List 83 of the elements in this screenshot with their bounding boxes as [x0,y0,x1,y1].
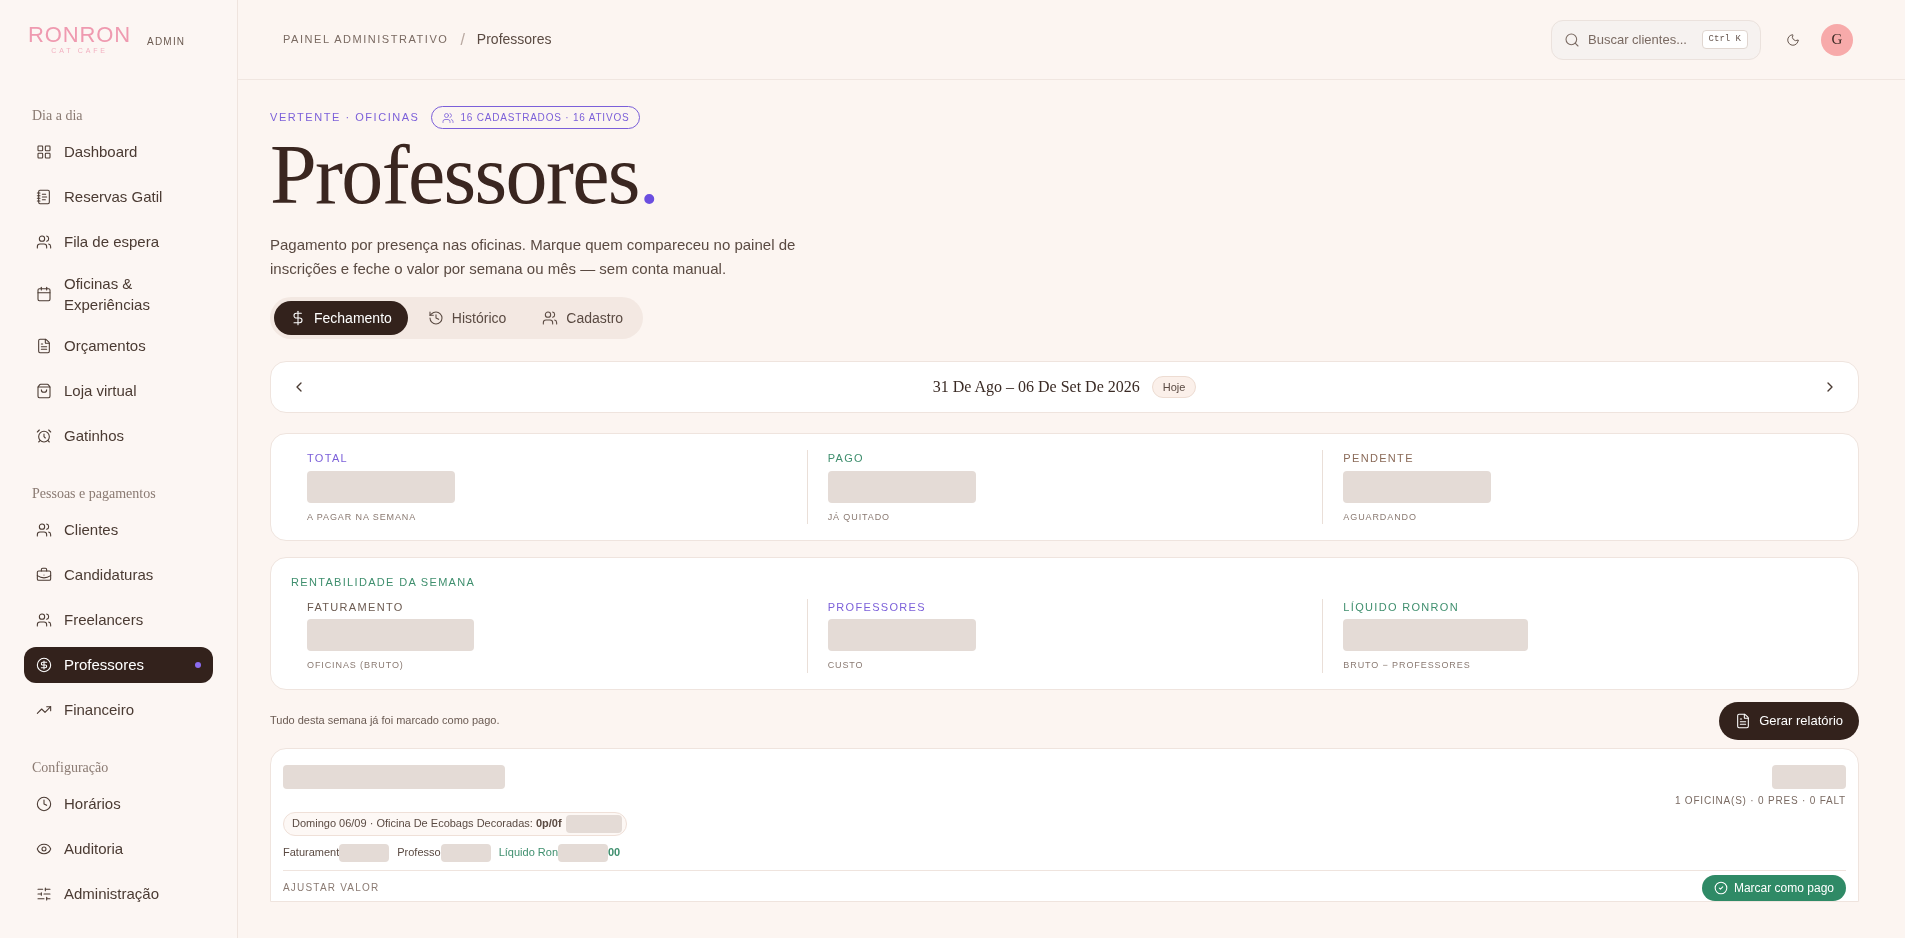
sidebar-item[interactable]: Dashboard [24,133,213,170]
sliders-icon [36,885,52,902]
sidebar-item[interactable]: Orçamentos [24,327,213,364]
sidebar-item[interactable]: Reservas Gatil [24,178,213,215]
mark-paid-button[interactable]: Marcar como pago [1701,874,1846,901]
notebook-icon [36,188,52,205]
shortcut-key: Ctrl K [1701,29,1748,50]
sidebar-item[interactable]: Loja virtual [24,372,213,409]
page-title: Professores. [270,133,659,217]
sidebar-item[interactable]: Horários [24,785,213,822]
moon-icon [1786,32,1800,47]
stat-label: PAGO [827,451,865,466]
people-icon [442,111,455,124]
dollar-icon [290,310,306,326]
people-icon [36,521,52,538]
figure-label: Faturament [283,845,340,861]
search-input[interactable]: Buscar clientes... [1588,29,1688,50]
stat-label: LÍQUIDO RONRON [1343,599,1460,615]
section-title: Pessoas e pagamentos [31,484,157,503]
stat-label: TOTAL [307,451,350,466]
section-title: Configuração [31,758,110,777]
attendance-summary: 1 OFICINA(S) · 0 PRES · 0 FALT [1674,793,1846,808]
alarm-clock-icon [36,427,52,444]
document-icon [36,337,52,354]
search-field[interactable]: Buscar clientes... Ctrl K [1551,19,1761,60]
check-circle-icon [1713,880,1728,895]
stat-caption: CUSTO [827,659,865,672]
tab[interactable]: Fechamento [274,301,408,335]
week-range: 31 De Ago – 06 De Set De 2026 [932,377,1140,398]
search-icon [1564,31,1580,48]
tab[interactable]: Histórico [411,301,523,335]
stat-label: PROFESSORES [827,599,927,615]
sidebar-item[interactable]: Fila de espera [24,223,213,260]
people-icon [542,310,559,326]
stat-label: PENDENTE [1343,451,1415,466]
brand-logo: RONRON [28,24,132,46]
eyebrow-label: VERTENTE · OFICINAS [270,110,420,126]
briefcase-icon [36,566,52,583]
adjust-value-label: AJUSTAR VALOR [283,881,380,895]
today-button[interactable]: Hoje [1151,375,1197,399]
sidebar-item[interactable]: Candidaturas [24,556,213,593]
status-note: Tudo desta semana já foi marcado como pago. [270,713,500,729]
clock-icon [36,795,52,812]
section-title: Dia a dia [31,106,84,125]
redaction-block [440,843,491,862]
user-avatar[interactable]: G [1821,23,1853,56]
brand-tag: ADMIN [147,33,186,49]
document-icon [1735,712,1752,729]
sidebar-item[interactable]: Gatinhos [24,417,213,454]
report-button[interactable]: Gerar relatório [1719,701,1859,740]
dollar-circle-icon [36,656,52,673]
history-icon [427,310,444,326]
sidebar-item[interactable]: Professores [24,646,213,683]
stat-label: FATURAMENTO [307,599,405,615]
breadcrumb-separator: / [460,29,465,50]
stat-caption: BRUTO − PROFESSORES [1343,659,1472,672]
sidebar-item[interactable]: Administração [24,875,213,912]
stat-caption: A PAGAR NA SEMANA [307,510,418,524]
grid-icon [36,143,52,160]
page-description: Pagamento por presença nas oficinas. Marque quem compareceu no painel de inscrições e feche o valor por semana ou mês — sem conta manual. [270,235,797,279]
figure-label: Professo [397,845,441,861]
card-title: RENTABILIDADE DA SEMANA [291,575,477,590]
breadcrumb-item[interactable]: PAINEL ADMINISTRATIVO [283,31,449,48]
people-icon [36,611,52,628]
tab[interactable]: Cadastro [526,301,640,335]
redaction-block [558,843,608,862]
session-pill: Domingo 06/09 · Oficina De Ecobags Decoradas: 0p/0f [283,811,627,836]
stat-caption: OFICINAS (BRUTO) [307,659,405,672]
stat-caption: AGUARDANDO [1343,510,1418,524]
calendar-icon [36,285,52,302]
sidebar-item[interactable]: Freelancers [24,601,213,638]
figure-label: Líquido Ron [498,845,558,861]
sidebar-item[interactable]: Oficinas & Experiências [24,268,213,319]
redaction-block [339,843,390,862]
stat-caption: JÁ QUITADO [827,510,891,524]
bag-icon [36,382,52,399]
breadcrumb-current: Professores [476,30,552,49]
sidebar-item[interactable]: Auditoria [24,830,213,867]
redaction-block [565,814,622,833]
people-icon [36,233,52,250]
sidebar-item[interactable]: Financeiro [24,691,213,728]
sidebar-item[interactable]: Clientes [24,511,213,548]
figure-value: 00 [608,845,621,861]
